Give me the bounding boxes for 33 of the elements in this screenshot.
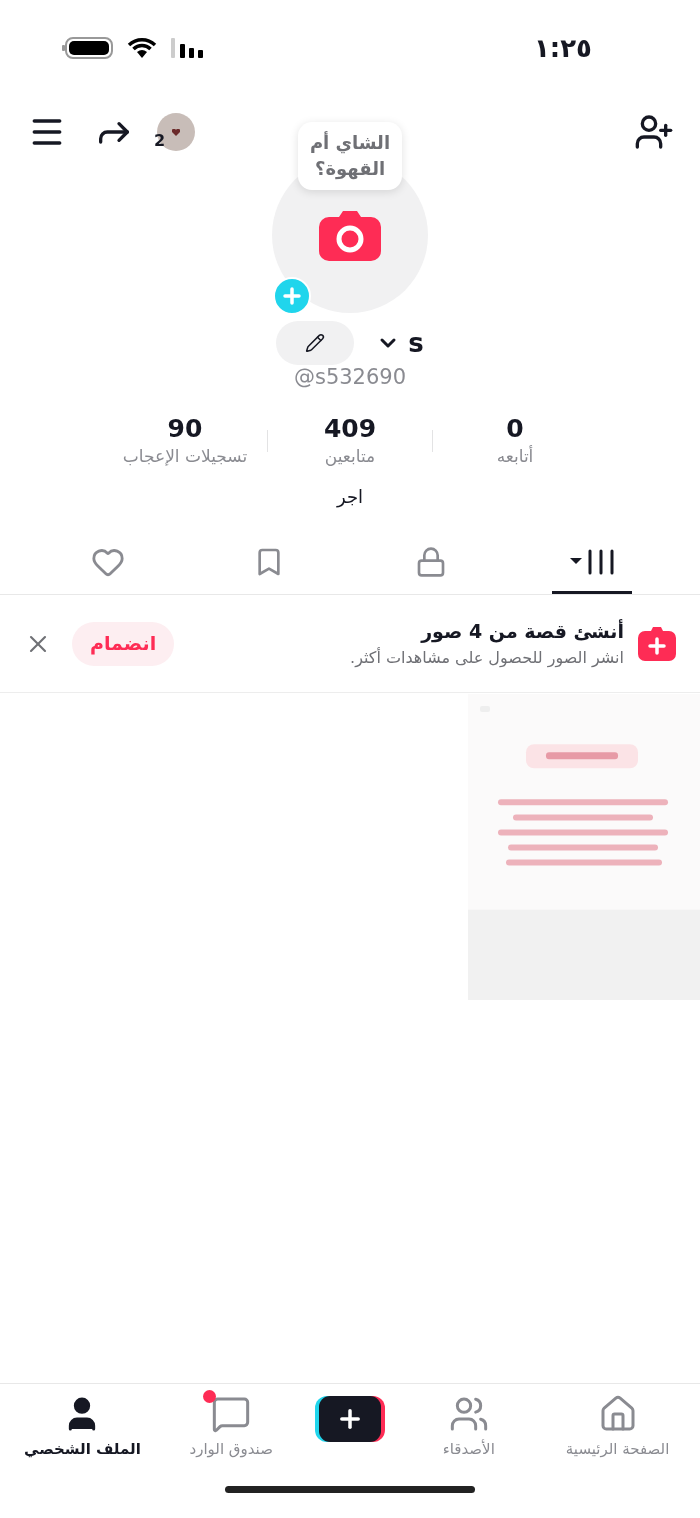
battery-icon [62, 36, 114, 60]
pencil-icon [305, 333, 326, 353]
nav-item[interactable]: صندوق الوارد [166, 1394, 297, 1461]
small-avatar[interactable] [157, 113, 196, 151]
banner-subtitle: انشر الصور للحصول على مشاهدات أكثر. [350, 646, 624, 670]
nav-item[interactable]: الأصدقاء [403, 1394, 534, 1461]
create-button[interactable] [315, 1396, 385, 1442]
nav-item[interactable]: الصفحة الرئيسية [552, 1394, 683, 1461]
stat-label: تسجيلات الإعجاب [122, 444, 248, 468]
account-switcher[interactable]: s [376, 323, 424, 363]
bio-text: اجر [336, 485, 364, 510]
stat-value: 90 [167, 413, 203, 444]
avatar-count: 2 [154, 130, 166, 152]
add-photo-icon [638, 626, 676, 661]
status-time: ١:٢٥ [534, 31, 592, 65]
stat-value: 0 [506, 413, 524, 444]
stat-value: 409 [323, 413, 377, 444]
camera-icon [319, 209, 381, 261]
join-button[interactable]: انضمام [72, 621, 175, 666]
nav-item[interactable]: الملف الشخصي [17, 1394, 148, 1461]
banner-title: أنشئ قصة من 4 صور [421, 618, 624, 645]
username-handle: @s532690 [293, 364, 407, 391]
signal-icon [170, 36, 204, 60]
grid-bars-icon [568, 547, 616, 576]
edit-button[interactable] [276, 321, 355, 365]
stat-label: متابعين [324, 444, 376, 468]
stat-label: أتابعه [496, 444, 534, 468]
hint-tooltip: الشاي أم القهوة؟ [298, 122, 402, 190]
add-friend-button[interactable] [634, 112, 674, 152]
add-person-icon [634, 112, 674, 152]
wifi-icon [126, 36, 158, 60]
heart-icon [172, 128, 181, 136]
plus-icon [280, 284, 304, 308]
